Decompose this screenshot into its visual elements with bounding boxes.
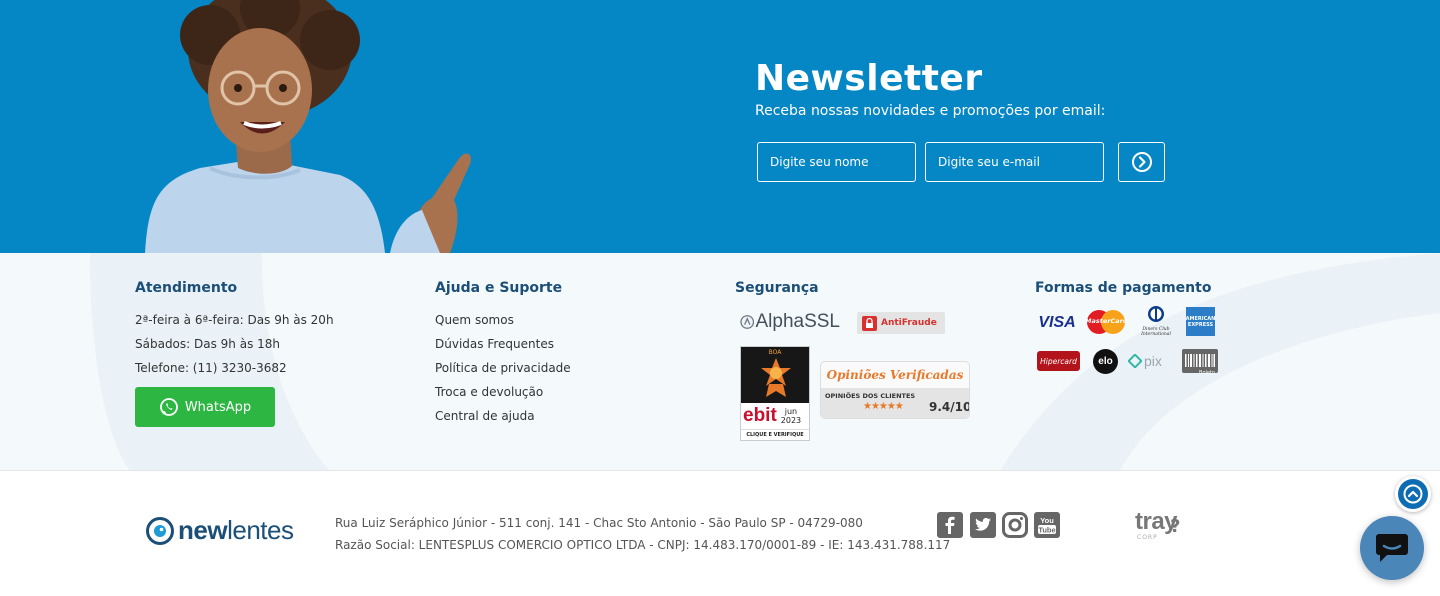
link-quem-somos[interactable]: Quem somos — [435, 308, 571, 332]
pix-icon — [1128, 354, 1142, 368]
instagram-link[interactable] — [1002, 512, 1028, 538]
ebit-seal-top: BOA — [741, 347, 809, 403]
tray-logo[interactable]: tray ? CORP — [1135, 508, 1181, 541]
alphassl-icon — [740, 315, 755, 329]
diners-logo: Diners Club International — [1134, 305, 1178, 339]
ajuda-column: Ajuda e Suporte Quem somos Dúvidas Frequ… — [435, 280, 571, 428]
barcode-icon — [1185, 354, 1215, 367]
logo-text: newlentes — [178, 515, 294, 546]
opinioes-verificadas-seal[interactable]: Opiniões Verificadas OPINIÕES DOS CLIENT… — [820, 361, 970, 419]
ebit-month: jun — [784, 407, 798, 416]
link-troca-devolucao[interactable]: Troca e devolução — [435, 380, 571, 404]
elo-logo: elo — [1093, 349, 1118, 374]
ebit-seal-middle: ebit jun 2023 — [741, 403, 809, 429]
logo-new: new — [178, 515, 228, 545]
lock-icon — [862, 315, 877, 331]
company-legal-info: Razão Social: LENTESPLUS COMERCIO OPTICO… — [335, 538, 951, 552]
pix-logo: pix — [1128, 351, 1172, 371]
boleto-logo: Boleto — [1182, 349, 1218, 376]
ebit-medal-icon — [761, 358, 791, 397]
footer-bottom: newlentes Rua Luiz Seráphico Júnior - 51… — [0, 472, 1440, 596]
whatsapp-icon — [159, 398, 178, 416]
svg-text:You: You — [1040, 516, 1054, 525]
opinioes-sub: OPINIÕES DOS CLIENTES — [825, 392, 916, 400]
link-politica-privacidade[interactable]: Política de privacidade — [435, 356, 571, 380]
opinioes-stars: ★★★★★ — [863, 401, 904, 412]
tray-sub: CORP — [1137, 534, 1158, 541]
antifraude-seal[interactable]: AntiFraude — [857, 312, 945, 334]
ebit-seal[interactable]: BOA ebit jun 2023 CLIQUE E VERIFIQUE — [740, 346, 810, 441]
hipercard-logo: Hipercard — [1037, 351, 1080, 371]
newsletter-name-input[interactable] — [757, 142, 916, 182]
pix-label: pix — [1144, 353, 1162, 369]
newsletter-email-input[interactable] — [925, 142, 1104, 182]
company-address: Rua Luiz Seráphico Júnior - 511 conj. 14… — [335, 516, 863, 530]
chevron-up-icon — [1403, 484, 1423, 504]
link-duvidas-frequentes[interactable]: Dúvidas Frequentes — [435, 332, 571, 356]
arrow-right-circle-icon — [1131, 152, 1152, 172]
phone: Telefone: (11) 3230-3682 — [135, 361, 287, 375]
mastercard-label: MasterCard — [1085, 317, 1128, 325]
twitter-icon — [975, 518, 991, 531]
newsletter-submit-button[interactable] — [1118, 142, 1165, 182]
atendimento-title: Atendimento — [135, 280, 238, 296]
boleto-label: Boleto — [1199, 370, 1215, 376]
facebook-icon — [945, 516, 955, 534]
eye-logo-icon — [146, 516, 174, 545]
diners-icon — [1148, 306, 1164, 322]
visa-logo: VISA — [1038, 314, 1076, 331]
diners-label: Diners Club International — [1141, 327, 1171, 337]
ebit-cta: CLIQUE E VERIFIQUE — [741, 429, 809, 440]
whatsapp-button[interactable]: WhatsApp — [135, 387, 275, 427]
atendimento-column: Atendimento 2ª-feira à 6ª-feira: Das 9h … — [135, 280, 334, 380]
ebit-rating-label: BOA — [768, 349, 782, 356]
newsletter-subtitle: Receba nossas novidades e promoções por … — [755, 103, 1106, 119]
newlentes-logo[interactable]: newlentes — [146, 515, 294, 546]
chat-icon — [1376, 534, 1408, 562]
youtube-icon: You Tube — [1038, 516, 1056, 535]
pagamento-title: Formas de pagamento — [1035, 280, 1212, 296]
newsletter-banner: Newsletter Receba nossas novidades e pro… — [0, 0, 1440, 253]
antifraude-label: AntiFraude — [881, 318, 937, 328]
newsletter-person-image — [145, 0, 471, 253]
tray-bubble-icon: ? — [1170, 516, 1181, 537]
alphassl-label: AlphaSSL — [755, 311, 840, 332]
chat-widget-button[interactable] — [1360, 516, 1424, 580]
ebit-brand: ebit — [743, 405, 777, 426]
pagamento-column: Formas de pagamento — [1035, 280, 1211, 308]
seguranca-column: Segurança — [735, 280, 819, 308]
hours-weekdays: 2ª-feira à 6ª-feira: Das 9h às 20h — [135, 313, 334, 327]
link-central-ajuda[interactable]: Central de ajuda — [435, 404, 571, 428]
ajuda-title: Ajuda e Suporte — [435, 280, 563, 296]
seguranca-title: Segurança — [735, 280, 819, 296]
twitter-link[interactable] — [970, 512, 996, 538]
ebit-year: 2023 — [780, 416, 802, 425]
hours-saturday: Sábados: Das 9h às 18h — [135, 337, 281, 351]
opinioes-body: OPINIÕES DOS CLIENTES ★★★★★ 9.4/10 — [821, 388, 970, 418]
footer-main: Atendimento 2ª-feira à 6ª-feira: Das 9h … — [0, 253, 1440, 471]
opinioes-title: Opiniões Verificadas — [826, 368, 964, 382]
facebook-link[interactable] — [937, 512, 963, 538]
svg-text:Tube: Tube — [1038, 526, 1055, 535]
newsletter-title: Newsletter — [755, 58, 983, 99]
scroll-to-top-button[interactable] — [1395, 476, 1431, 512]
logo-lentes: lentes — [227, 515, 294, 545]
mastercard-logo: MasterCard — [1085, 309, 1127, 335]
ebit-date: jun 2023 — [781, 407, 801, 425]
amex-logo: AMERICAN EXPRESS — [1186, 307, 1215, 336]
whatsapp-label: WhatsApp — [184, 399, 252, 415]
instagram-icon — [1002, 512, 1028, 538]
opinioes-score: 9.4/10 — [929, 400, 970, 414]
alphassl-seal[interactable]: AlphaSSL — [740, 308, 840, 336]
youtube-link[interactable]: You Tube — [1034, 512, 1060, 538]
